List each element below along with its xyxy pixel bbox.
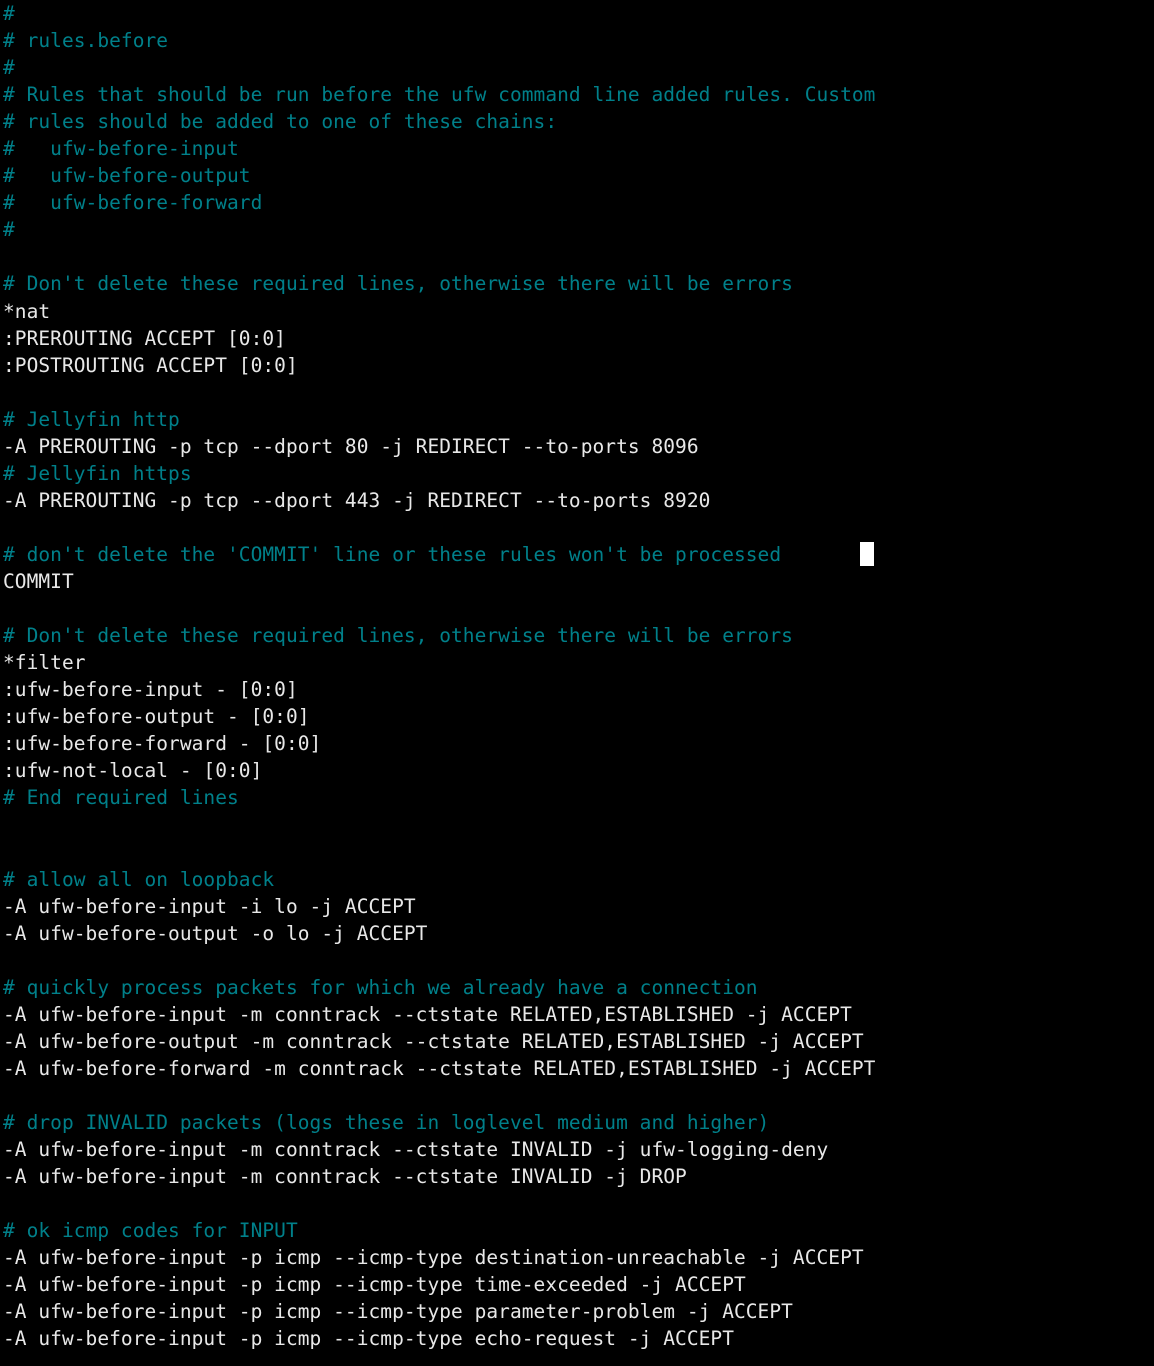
comment-line: # Don't delete these required lines, oth… — [3, 624, 793, 648]
rule-line: -A ufw-before-input -i lo -j ACCEPT — [3, 894, 416, 918]
rule-line: -A ufw-before-output -o lo -j ACCEPT — [3, 921, 428, 945]
rule-line: COMMIT — [3, 569, 74, 593]
rule-line: -A ufw-before-forward -m conntrack --cts… — [3, 1056, 876, 1080]
comment-line: # ufw-before-forward — [3, 191, 263, 215]
rule-line: -A ufw-before-input -m conntrack --ctsta… — [3, 1165, 687, 1189]
comment-line: # — [3, 56, 15, 80]
rule-line: :POSTROUTING ACCEPT [0:0] — [3, 353, 298, 377]
rule-line: :ufw-before-output - [0:0] — [3, 705, 310, 729]
rule-line: :ufw-before-input - [0:0] — [3, 678, 298, 702]
comment-line: # quickly process packets for which we a… — [3, 975, 758, 999]
rule-line: -A ufw-before-input -p icmp --icmp-type … — [3, 1273, 746, 1297]
rule-line: -A ufw-before-input -m conntrack --ctsta… — [3, 1002, 852, 1026]
terminal-window[interactable]: # # rules.before # # Rules that should be r… — [0, 0, 1154, 1366]
rule-line: *nat — [3, 299, 51, 323]
comment-line: # — [3, 2, 15, 25]
comment-line: # ufw-before-input — [3, 137, 239, 161]
rule-line: -A ufw-before-input -p icmp --icmp-type … — [3, 1327, 734, 1351]
text-editor-buffer[interactable]: # # rules.before # # Rules that should be r… — [3, 0, 875, 1352]
rule-line: *filter — [3, 651, 86, 675]
comment-line: # don't delete the 'COMMIT' line or thes… — [3, 542, 782, 566]
rule-line: :PREROUTING ACCEPT [0:0] — [3, 326, 286, 350]
comment-line: # rules should be added to one of these … — [3, 110, 558, 134]
comment-line: # Jellyfin http — [3, 407, 180, 431]
rule-line: -A ufw-before-input -p icmp --icmp-type … — [3, 1300, 793, 1324]
comment-line: # End required lines — [3, 786, 239, 810]
comment-line: # Jellyfin https — [3, 461, 192, 485]
rule-line: -A ufw-before-output -m conntrack --ctst… — [3, 1029, 864, 1053]
comment-line: # rules.before — [3, 29, 169, 53]
rule-line: -A ufw-before-input -p icmp --icmp-type … — [3, 1246, 864, 1270]
comment-line: # Rules that should be run before the uf… — [3, 83, 876, 107]
rule-line: -A ufw-before-input -m conntrack --ctsta… — [3, 1137, 829, 1161]
rule-line: :ufw-before-forward - [0:0] — [3, 732, 322, 756]
text-cursor — [860, 541, 875, 566]
comment-line: # — [3, 218, 15, 242]
comment-line: # Don't delete these required lines, oth… — [3, 272, 793, 296]
comment-line: # drop INVALID packets (logs these in lo… — [3, 1110, 770, 1134]
comment-line: # allow all on loopback — [3, 867, 275, 891]
comment-line: # ufw-before-output — [3, 164, 251, 188]
rule-line: -A PREROUTING -p tcp --dport 80 -j REDIR… — [3, 434, 699, 458]
rule-line: -A PREROUTING -p tcp --dport 443 -j REDI… — [3, 488, 711, 512]
comment-line: # ok icmp codes for INPUT — [3, 1219, 298, 1243]
rule-line: :ufw-not-local - [0:0] — [3, 759, 263, 783]
